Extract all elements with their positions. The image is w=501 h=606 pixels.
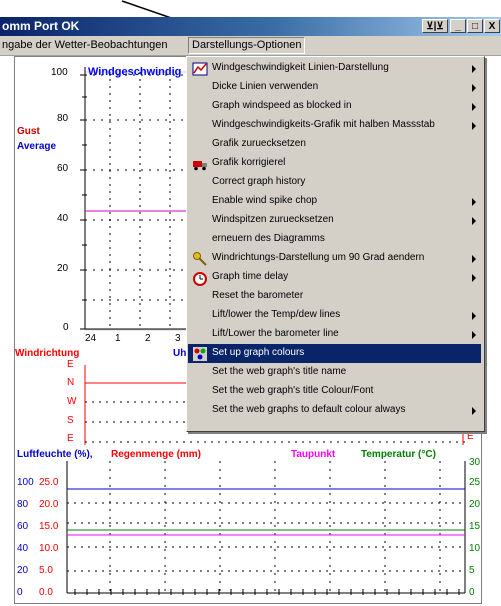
submenu-arrow-icon	[472, 122, 476, 130]
y-tick-20: 20	[57, 263, 69, 274]
palette-icon	[193, 347, 207, 361]
temp-tick-5: 5	[469, 565, 475, 576]
minimize-button[interactable]: _	[450, 19, 466, 33]
y-tick-100: 100	[51, 67, 68, 78]
menu-item-renew-diagram[interactable]: erneuern des Diagramms	[188, 230, 481, 249]
menu-item-lift-barometer[interactable]: Lift/Lower the barometer line	[188, 325, 481, 344]
display-options-dropdown: Windgeschwindigkeit Linien-Darstellung D…	[186, 56, 485, 432]
temp-tick-20: 20	[469, 499, 481, 510]
key-icon	[193, 252, 207, 266]
humidity-tick-40: 40	[17, 543, 29, 554]
direction-n: N	[67, 377, 75, 388]
rain-legend: Regenmenge (mm)	[111, 449, 202, 460]
menu-item-reset-barometer[interactable]: Reset the barometer	[188, 287, 481, 306]
close-button[interactable]: X	[484, 19, 500, 33]
menu-item-wind-line-display[interactable]: Windgeschwindigkeit Linien-Darstellung	[188, 59, 481, 78]
maximize-button[interactable]: □	[467, 19, 483, 33]
menu-item-correct-graphic[interactable]: Grafik korrigierel	[188, 154, 481, 173]
y-tick-40: 40	[57, 213, 69, 224]
humidity-tick-80: 80	[17, 499, 29, 510]
menu-item-spike-chop[interactable]: Enable wind spike chop	[188, 192, 481, 211]
submenu-arrow-icon	[472, 103, 476, 111]
x-tick-24: 24	[85, 333, 97, 344]
tile-windows-button[interactable]: ⊻|⊻	[422, 19, 448, 33]
humidity-tick-100: 100	[17, 477, 34, 488]
x-tick-2: 2	[145, 333, 151, 344]
temp-tick-15: 15	[469, 521, 481, 532]
submenu-arrow-icon	[472, 84, 476, 92]
y-tick-0: 0	[63, 322, 69, 333]
truck-icon	[193, 161, 207, 171]
menu-item-reset-graphic[interactable]: Grafik zuruecksetzen	[188, 135, 481, 154]
submenu-arrow-icon	[472, 312, 476, 320]
menu-item-thick-lines[interactable]: Dicke Linien verwenden	[188, 78, 481, 97]
menu-item-half-scale[interactable]: Windgeschwindigkeits-Grafik mit halben M…	[188, 116, 481, 135]
direction-e-top: E	[67, 359, 74, 370]
y-tick-60: 60	[57, 163, 69, 174]
submenu-arrow-icon	[472, 274, 476, 282]
menu-item-graph-colours[interactable]: Set up graph colours	[188, 344, 481, 363]
submenu-arrow-icon	[472, 217, 476, 225]
menu-bar: ngabe der Wetter-Beobachtungen Darstellu…	[0, 36, 501, 56]
time-axis-label: Uh	[173, 348, 187, 359]
application-window: omm Port OK ⊻|⊻ _ □ X ngabe der Wetter-B…	[0, 0, 501, 606]
submenu-arrow-icon	[472, 331, 476, 339]
menu-item-windspeed-blocked[interactable]: Graph windspeed as blocked in	[188, 97, 481, 116]
temp-tick-25: 25	[469, 477, 481, 488]
rain-tick-20: 20.0	[39, 499, 59, 510]
rain-tick-0: 0.0	[39, 587, 53, 598]
direction-w: W	[67, 396, 77, 407]
menu-weather-input[interactable]: ngabe der Wetter-Beobachtungen	[2, 39, 168, 51]
menu-item-web-title-colour[interactable]: Set the web graph's title Colour/Font	[188, 382, 481, 401]
menu-item-rotate-direction[interactable]: Windrichtungs-Darstellung um 90 Grad aen…	[188, 249, 481, 268]
rain-tick-25: 25.0	[39, 477, 59, 488]
humidity-tick-60: 60	[17, 521, 29, 532]
rain-tick-10: 10.0	[39, 543, 59, 554]
menu-item-correct-history[interactable]: Correct graph history	[188, 173, 481, 192]
humidity-legend: Luftfeuchte (%),	[17, 449, 93, 460]
temp-tick-0: 0	[469, 587, 475, 598]
climate-chart	[66, 461, 466, 595]
direction-e-right: E	[467, 431, 474, 442]
menu-item-time-delay[interactable]: Graph time delay	[188, 268, 481, 287]
temp-tick-10: 10	[469, 543, 481, 554]
direction-e-bottom: E	[67, 433, 74, 444]
window-title: omm Port OK	[2, 19, 80, 33]
submenu-arrow-icon	[472, 255, 476, 263]
rain-tick-5: 5.0	[39, 565, 53, 576]
title-bar: omm Port OK ⊻|⊻ _ □ X	[0, 17, 501, 36]
y-tick-80: 80	[57, 113, 69, 124]
humidity-tick-0: 0	[17, 587, 23, 598]
average-legend: Average	[17, 141, 57, 152]
temperature-legend: Temperatur (°C)	[361, 449, 436, 460]
humidity-tick-20: 20	[17, 565, 29, 576]
wind-chart-title: Windgeschwindig	[88, 66, 182, 78]
chart-icon	[192, 62, 208, 76]
wind-direction-label: Windrichtung	[15, 348, 80, 359]
menu-display-options[interactable]: Darstellungs-Optionen	[188, 37, 306, 54]
menu-item-web-default-colour[interactable]: Set the web graphs to default colour alw…	[188, 401, 481, 420]
direction-s: S	[67, 415, 74, 426]
rain-tick-15: 15.0	[39, 521, 59, 532]
submenu-arrow-icon	[472, 407, 476, 415]
menu-item-lift-temp-dew[interactable]: Lift/lower the Temp/dew lines	[188, 306, 481, 325]
submenu-arrow-icon	[472, 198, 476, 206]
x-tick-3: 3	[175, 333, 181, 344]
temp-tick-30: 30	[469, 457, 481, 468]
clock-icon	[193, 272, 207, 286]
submenu-arrow-icon	[472, 65, 476, 73]
menu-item-reset-peaks[interactable]: Windspitzen zuruecksetzen	[188, 211, 481, 230]
gust-legend: Gust	[17, 126, 40, 137]
x-tick-1: 1	[115, 333, 121, 344]
dewpoint-legend: Taupunkt	[291, 449, 336, 460]
menu-item-web-title-name[interactable]: Set the web graph's title name	[188, 363, 481, 382]
